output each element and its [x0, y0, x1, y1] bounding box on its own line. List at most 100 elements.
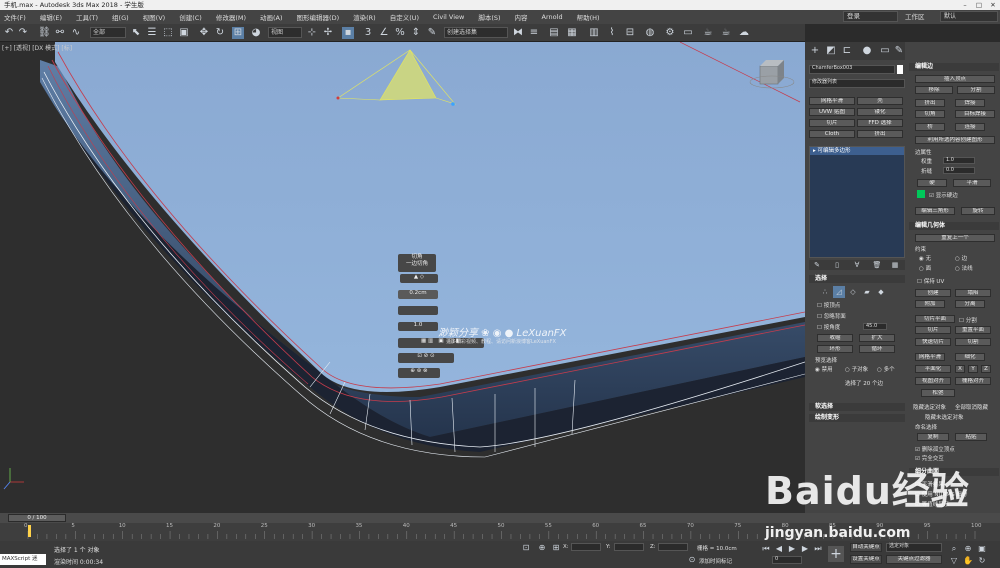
set-key-icon[interactable]: +: [828, 546, 844, 562]
edit-named-sel-icon[interactable]: ✎: [426, 27, 438, 39]
grow-button[interactable]: 扩大: [859, 334, 895, 342]
orbit-icon[interactable]: ↻: [976, 555, 988, 567]
redo-icon[interactable]: ↷: [17, 27, 29, 39]
modifier-button-shell[interactable]: 壳: [857, 97, 903, 105]
render-cloud-icon[interactable]: ☁: [738, 27, 750, 39]
create-tab-icon[interactable]: +: [809, 45, 821, 57]
select-manipulate-icon[interactable]: ✢: [322, 27, 334, 39]
chamfer-amount-field[interactable]: 0.2cm: [398, 290, 438, 299]
rollout-edit-geometry[interactable]: 编辑几何体: [909, 222, 999, 230]
keyboard-shortcut-icon[interactable]: ▪: [342, 27, 354, 39]
zoom-extents-icon[interactable]: ▣: [976, 543, 988, 555]
fov-icon[interactable]: ▽: [948, 555, 960, 567]
close-icon[interactable]: ✕: [986, 0, 1000, 10]
rollout-paint-deform[interactable]: 绘制变形: [809, 414, 905, 422]
constraint-edge-radio[interactable]: ○ 边: [955, 254, 967, 262]
target-weld-button[interactable]: 目标焊接: [955, 110, 995, 118]
render-setup-icon[interactable]: ⚙: [664, 27, 676, 39]
snap-3d-icon[interactable]: 3: [362, 27, 374, 39]
slice-plane-button[interactable]: 切片平面: [915, 315, 955, 323]
object-color-swatch[interactable]: [897, 65, 903, 74]
create-shape-button[interactable]: 利用所选内容创建图形: [915, 136, 995, 144]
modifier-button-cloth[interactable]: Cloth: [809, 130, 855, 138]
preview-subobj-radio[interactable]: ○ 子对象: [845, 365, 868, 373]
menu-rendering[interactable]: 渲染(R): [353, 12, 376, 22]
vertex-level-icon[interactable]: ∴: [819, 286, 831, 298]
viewport-label[interactable]: [+] [透视] [DX 模式] [标]: [2, 43, 72, 52]
attach-button[interactable]: 附加: [915, 300, 945, 308]
render-production-icon[interactable]: ☕: [702, 27, 714, 39]
by-angle-checkbox[interactable]: ☐ 按角度: [817, 323, 840, 331]
crease-spinner[interactable]: 0.0: [943, 167, 975, 174]
selection-filter-dropdown[interactable]: 全部: [90, 27, 126, 38]
z-coordinate-field[interactable]: [658, 543, 688, 551]
scale-icon[interactable]: ⊞: [232, 27, 244, 39]
chamfer-toggle-row[interactable]: ⊡ ⊘ ⊙: [398, 353, 454, 363]
select-object-icon[interactable]: ⬉: [130, 27, 142, 39]
paste-button[interactable]: 粘贴: [955, 433, 987, 441]
next-frame-icon[interactable]: ▶: [799, 543, 811, 555]
configure-sets-icon[interactable]: ▦: [889, 259, 901, 271]
loop-button[interactable]: 循环: [859, 345, 895, 353]
grid-align-button[interactable]: 栅格对齐: [955, 377, 991, 385]
workspace-dropdown[interactable]: 默认: [940, 11, 998, 22]
rotate-icon[interactable]: ↻: [214, 27, 226, 39]
y-coordinate-field[interactable]: [614, 543, 644, 551]
border-level-icon[interactable]: ◇: [847, 286, 859, 298]
ring-button[interactable]: 环形: [817, 345, 853, 353]
chamfer-confirm-row[interactable]: ⊕ ⊛ ⊗: [398, 368, 440, 378]
hard-edge-color-swatch[interactable]: [917, 190, 925, 198]
connect-button[interactable]: 连接: [955, 123, 985, 131]
menu-civil-view[interactable]: Civil View: [433, 13, 464, 21]
display-hard-checkbox[interactable]: ☑ 显示硬边: [929, 191, 958, 199]
ignore-backfacing-checkbox[interactable]: ☐ 忽略背面: [817, 312, 846, 320]
key-filters-button[interactable]: 关键点过滤器: [886, 555, 942, 564]
view-align-button[interactable]: 视图对齐: [915, 377, 951, 385]
quickslice-button[interactable]: 快速切片: [915, 338, 951, 346]
material-editor-icon[interactable]: ◍: [644, 27, 656, 39]
tessellate-button[interactable]: 细化: [955, 353, 985, 361]
auto-key-button[interactable]: 自动关键点: [850, 543, 882, 552]
set-key-mode-button[interactable]: 设置关键点: [850, 555, 882, 564]
delete-isolated-checkbox[interactable]: ☑ 删除孤立顶点: [915, 445, 955, 453]
menu-view[interactable]: 视图(V): [143, 12, 166, 22]
select-by-name-icon[interactable]: ☰: [146, 27, 158, 39]
menu-file[interactable]: 文件(F): [4, 12, 26, 22]
constraint-normal-radio[interactable]: ○ 法线: [955, 264, 973, 272]
zoom-icon[interactable]: ⌕: [948, 543, 960, 555]
named-selection-dropdown[interactable]: 创建选择集: [444, 27, 508, 38]
planarize-z-button[interactable]: Z: [981, 365, 991, 373]
add-time-tag-label[interactable]: 添加时间标记: [699, 557, 732, 565]
detach-button[interactable]: 分离: [955, 300, 985, 308]
create-button[interactable]: 创建: [915, 289, 951, 297]
modifier-list-dropdown[interactable]: 修改器列表: [809, 79, 905, 88]
modifier-button-ffd[interactable]: FFD 选择: [857, 119, 903, 127]
move-icon[interactable]: ✥: [198, 27, 210, 39]
extrude-button[interactable]: 挤出: [915, 99, 945, 107]
ref-coord-dropdown[interactable]: 视图: [268, 27, 302, 38]
planarize-y-button[interactable]: Y: [968, 365, 978, 373]
bridge-button[interactable]: 桥: [915, 123, 945, 131]
rollout-selection[interactable]: 选择: [809, 275, 905, 283]
hierarchy-tab-icon[interactable]: ⊏: [841, 45, 853, 57]
isolate-selection-icon[interactable]: ⊡: [520, 542, 532, 554]
stack-item-editable-poly[interactable]: ▸ 可编辑多边形: [810, 147, 904, 155]
hard-button[interactable]: 硬: [917, 179, 947, 187]
reset-plane-button[interactable]: 重置平面: [955, 326, 991, 334]
edit-triangulation-button[interactable]: 编辑三角形: [915, 207, 955, 215]
copy-button[interactable]: 复制: [917, 433, 949, 441]
menu-group[interactable]: 组(G): [112, 12, 129, 22]
menu-create[interactable]: 创建(C): [179, 12, 202, 22]
chamfer-mode-row[interactable]: ▲ ◇: [400, 274, 438, 283]
constraint-none-radio[interactable]: ◉ 无: [919, 254, 931, 262]
layer-explorer-icon[interactable]: ▦: [566, 27, 578, 39]
modifier-button-meshsmooth[interactable]: 网格平滑: [809, 97, 855, 105]
current-frame-field[interactable]: 0: [772, 556, 802, 564]
go-to-start-icon[interactable]: ⏮: [760, 543, 772, 555]
place-icon[interactable]: ◕: [250, 27, 262, 39]
selection-lock-icon[interactable]: ⊕: [536, 542, 548, 554]
absolute-mode-icon[interactable]: ⊞: [550, 542, 562, 554]
planarize-x-button[interactable]: X: [955, 365, 965, 373]
play-icon[interactable]: ▶: [786, 543, 798, 555]
perspective-viewport[interactable]: [+] [透视] [DX 模式] [标] 切角 一边切角 ▲ ◇ 0.2cm 1…: [0, 42, 805, 513]
